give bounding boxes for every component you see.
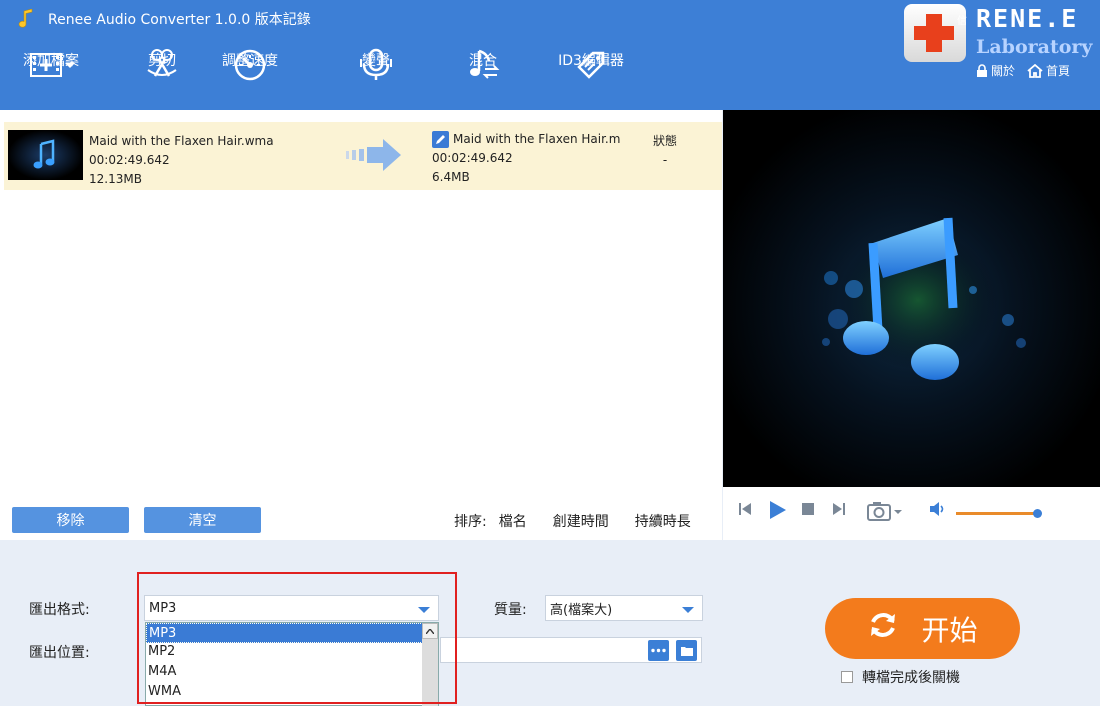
sort-by-created[interactable]: 創建時間	[553, 511, 609, 531]
cut-label: 剪切	[148, 53, 176, 69]
home-icon	[1027, 63, 1043, 78]
shutdown-option: 轉檔完成後關機	[841, 667, 960, 687]
convert-arrow-icon	[344, 138, 404, 176]
preview-pane	[723, 110, 1100, 487]
status-value: -	[662, 153, 668, 167]
status-column: 狀態 -	[652, 132, 678, 170]
mix-label: 混合	[469, 53, 497, 69]
format-option-m4a[interactable]: M4A	[146, 662, 423, 682]
title-bar: Renee Audio Converter 1.0.0 版本記錄	[0, 0, 800, 38]
stop-icon[interactable]	[801, 501, 815, 517]
file-list: Maid with the Flaxen Hair.wma 00:02:49.6…	[0, 110, 722, 540]
edit-pencil-icon[interactable]	[432, 131, 449, 148]
add-files-label: 添加檔案	[23, 53, 79, 69]
home-label: 首頁	[1046, 64, 1071, 78]
location-label: 匯出位置:	[29, 645, 90, 661]
remove-button[interactable]: 移除	[12, 507, 129, 533]
shutdown-label: 轉檔完成後關機	[862, 670, 960, 686]
toolbar: 添加檔案 剪切 調整速度 變聲 混合 ID3編輯器	[0, 46, 700, 108]
more-options-icon[interactable]	[648, 640, 669, 661]
lock-icon	[977, 64, 987, 77]
format-dropdown-list: MP3 MP2 M4A WMA	[145, 622, 439, 706]
about-link[interactable]: 關於	[976, 62, 1015, 79]
volume-slider[interactable]	[956, 512, 1038, 515]
quality-label: 質量:	[494, 602, 527, 618]
status-label: 狀態	[652, 134, 677, 148]
refresh-icon	[867, 609, 899, 648]
logo-links: 關於 首頁	[976, 62, 1070, 79]
app-title: Renee Audio Converter 1.0.0 版本記錄	[48, 12, 311, 28]
clear-button[interactable]: 清空	[144, 507, 261, 533]
id3-editor-label: ID3編輯器	[558, 53, 624, 69]
format-select[interactable]: MP3	[144, 595, 439, 621]
previous-track-icon[interactable]	[737, 501, 753, 517]
mix-button[interactable]: 混合	[438, 46, 528, 84]
speed-button[interactable]: 調整速度	[205, 46, 295, 84]
logo-sub: Laboratory	[976, 36, 1093, 58]
output-duration: 00:02:49.642	[432, 151, 513, 165]
chevron-down-icon	[418, 607, 430, 613]
sort-by-name[interactable]: 檔名	[499, 511, 527, 531]
next-track-icon[interactable]	[831, 501, 847, 517]
voice-change-label: 變聲	[362, 53, 390, 69]
source-duration: 00:02:49.642	[89, 153, 170, 167]
home-link[interactable]: 首頁	[1027, 62, 1070, 79]
music-note-icon	[16, 9, 36, 29]
format-option-mp2[interactable]: MP2	[146, 642, 423, 662]
file-thumbnail	[8, 130, 83, 180]
voice-change-button[interactable]: 變聲	[331, 46, 421, 84]
format-option-wma[interactable]: WMA	[146, 682, 423, 702]
camera-icon[interactable]	[867, 500, 905, 522]
logo-name: RENE.E	[976, 4, 1079, 33]
about-label: 關於	[991, 64, 1016, 78]
format-label: 匯出格式:	[29, 602, 90, 618]
start-label: 开始	[921, 613, 978, 647]
player-controls	[723, 487, 1100, 540]
scroll-up-icon[interactable]	[422, 623, 438, 639]
format-value: MP3	[149, 600, 177, 616]
file-row[interactable]: Maid with the Flaxen Hair.wma 00:02:49.6…	[4, 122, 722, 190]
format-option-mp3[interactable]: MP3	[146, 623, 423, 643]
output-file-name: Maid with the Flaxen Hair.m	[453, 132, 621, 146]
sort-by-duration[interactable]: 持續時長	[635, 511, 691, 531]
play-icon[interactable]	[767, 500, 787, 520]
sort-label: 排序:	[454, 514, 487, 530]
folder-icon[interactable]	[676, 640, 697, 661]
output-size: 6.4MB	[432, 170, 470, 184]
logo-small-text: 信	[957, 16, 967, 27]
source-size: 12.13MB	[89, 172, 142, 186]
header: Renee Audio Converter 1.0.0 版本記錄 添加檔案 剪切…	[0, 0, 1100, 110]
volume-knob[interactable]	[1033, 509, 1042, 518]
id3-editor-button[interactable]: ID3編輯器	[546, 46, 636, 84]
chevron-down-icon	[682, 607, 694, 613]
start-button[interactable]: 开始	[825, 598, 1020, 659]
music-notes-artwork	[723, 110, 1100, 487]
source-file-name: Maid with the Flaxen Hair.wma	[89, 134, 274, 148]
brand-logo: 信 RENE.E Laboratory 關於 首頁	[900, 0, 1100, 110]
quality-select[interactable]: 高(檔案大)	[545, 595, 703, 621]
volume-icon[interactable]	[929, 501, 947, 517]
shutdown-checkbox[interactable]	[841, 671, 853, 683]
dropdown-scrollbar[interactable]	[422, 623, 438, 706]
speed-label: 調整速度	[222, 53, 278, 69]
source-info: Maid with the Flaxen Hair.wma 00:02:49.6…	[89, 132, 274, 189]
output-info: Maid with the Flaxen Hair.m 00:02:49.642…	[432, 130, 620, 187]
cut-button[interactable]: 剪切	[117, 46, 207, 84]
quality-value: 高(檔案大)	[550, 602, 613, 618]
list-actions-bar: 移除 清空 排序: 檔名 創建時間 持續時長	[0, 500, 722, 540]
sort-options: 排序: 檔名 創建時間 持續時長	[454, 511, 717, 531]
add-files-button[interactable]: 添加檔案	[6, 46, 96, 84]
output-name-row: Maid with the Flaxen Hair.m	[432, 130, 620, 149]
